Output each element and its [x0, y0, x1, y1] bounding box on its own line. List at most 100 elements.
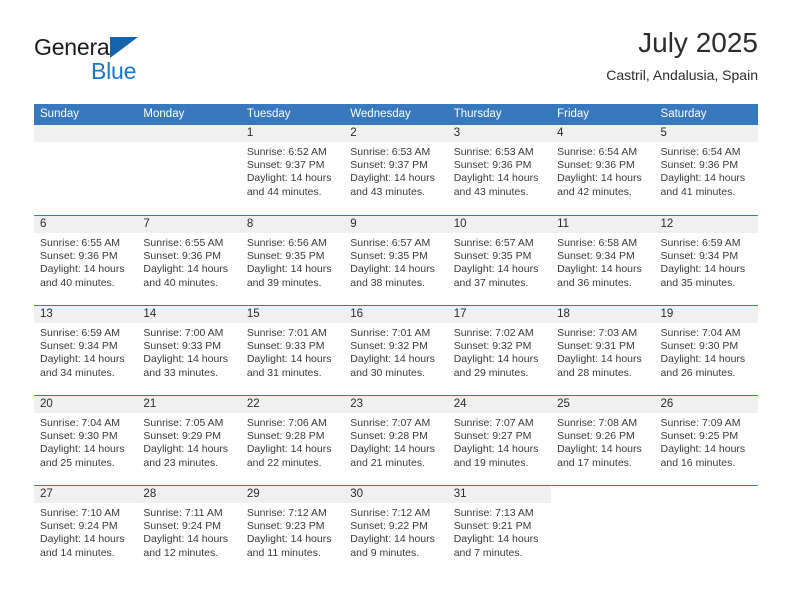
day-daylight2-text: and 41 minutes. [660, 185, 736, 198]
day-cell-21[interactable]: 21 Sunrise: 7:05 AM Sunset: 9:29 PM Dayligh… [137, 396, 241, 485]
day-cell-11[interactable]: 11 Sunrise: 6:58 AM Sunset: 9:34 PM Dayligh… [551, 216, 655, 305]
day-daylight2-text: and 37 minutes. [453, 276, 529, 289]
day-cell-4[interactable]: 4 Sunrise: 6:54 AM Sunset: 9:36 PM Daylight… [551, 125, 655, 215]
day-daylight1-text: Daylight: 14 hours [350, 263, 435, 276]
day-sunset-text: Sunset: 9:29 PM [143, 430, 222, 443]
day-number: 24 [447, 396, 552, 413]
day-number: 19 [654, 306, 758, 323]
day-cell-9[interactable]: 9 Sunrise: 6:57 AM Sunset: 9:35 PM Daylight… [344, 216, 448, 305]
day-cell-17[interactable]: 17 Sunrise: 7:02 AM Sunset: 9:32 PM Dayligh… [447, 306, 552, 395]
day-sunrise-text: Sunrise: 7:09 AM [660, 417, 741, 429]
day-cell-20[interactable]: 20 Sunrise: 7:04 AM Sunset: 9:30 PM Dayligh… [34, 396, 138, 485]
day-number [137, 125, 241, 142]
day-number [551, 486, 655, 503]
day-cell-7[interactable]: 7 Sunrise: 6:55 AM Sunset: 9:36 PM Daylight… [137, 216, 241, 305]
day-cell-22[interactable]: 22 Sunrise: 7:06 AM Sunset: 9:28 PM Dayligh… [240, 396, 345, 485]
day-daylight2-text: and 22 minutes. [246, 456, 322, 469]
day-sunrise-text: Sunrise: 6:56 AM [246, 237, 327, 249]
day-sunset-text: Sunset: 9:32 PM [453, 340, 532, 353]
day-cell-13[interactable]: 13 Sunrise: 6:59 AM Sunset: 9:34 PM Dayligh… [34, 306, 138, 395]
day-sunset-text: Sunset: 9:27 PM [453, 430, 532, 443]
day-sunset-text: Sunset: 9:36 PM [40, 250, 118, 263]
day-number: 4 [551, 125, 655, 142]
day-sunrise-text: Sunrise: 6:54 AM [557, 146, 638, 158]
general-blue-logo[interactable]: General Blue [34, 34, 164, 84]
day-cell-8[interactable]: 8 Sunrise: 6:56 AM Sunset: 9:35 PM Daylight… [240, 216, 345, 305]
day-cell-14[interactable]: 14 Sunrise: 7:00 AM Sunset: 9:33 PM Dayligh… [137, 306, 241, 395]
day-sunrise-text: Sunrise: 6:54 AM [660, 146, 741, 158]
day-cell-26[interactable]: 26 Sunrise: 7:09 AM Sunset: 9:25 PM Dayligh… [654, 396, 758, 485]
day-daylight2-text: and 42 minutes. [557, 185, 632, 198]
day-number: 3 [447, 125, 552, 142]
location-subtitle: Castril, Andalusia, Spain [606, 67, 758, 83]
calendar-table: Sunday Monday Tuesday Wednesday Thursday Frid… [34, 104, 758, 575]
day-cell-19[interactable]: 19 Sunrise: 7:04 AM Sunset: 9:30 PM Dayligh… [654, 306, 758, 395]
day-cell-24[interactable]: 24 Sunrise: 7:07 AM Sunset: 9:27 PM Dayligh… [447, 396, 552, 485]
day-cell-2[interactable]: 2 Sunrise: 6:53 AM Sunset: 9:37 PM Daylight… [344, 125, 448, 215]
day-cell-18[interactable]: 18 Sunrise: 7:03 AM Sunset: 9:31 PM Dayligh… [551, 306, 655, 395]
day-sunrise-text: Sunrise: 7:08 AM [557, 417, 638, 429]
page-header: General Blue July 2025 Castril, Andalusi… [34, 26, 758, 96]
day-sunrise-text: Sunrise: 7:04 AM [660, 327, 741, 339]
day-sun-info: Sunrise: 7:06 AM Sunset: 9:28 PM Daylight:… [241, 413, 344, 470]
weekday-header-thursday: Thursday [453, 108, 502, 120]
day-cell-30[interactable]: 30 Sunrise: 7:12 AM Sunset: 9:22 PM Dayligh… [344, 486, 448, 575]
day-sun-info: Sunrise: 6:53 AM Sunset: 9:36 PM Daylight:… [448, 142, 551, 199]
day-daylight1-text: Daylight: 14 hours [557, 263, 642, 276]
day-sunrise-text: Sunrise: 6:59 AM [660, 237, 741, 249]
day-sunrise-text: Sunrise: 7:06 AM [246, 417, 327, 429]
day-sunrise-text: Sunrise: 7:13 AM [453, 507, 534, 519]
day-sun-info: Sunrise: 7:02 AM Sunset: 9:32 PM Daylight:… [448, 323, 551, 380]
day-cell-5[interactable]: 5 Sunrise: 6:54 AM Sunset: 9:36 PM Daylight… [654, 125, 758, 215]
day-cell-29[interactable]: 29 Sunrise: 7:12 AM Sunset: 9:23 PM Dayligh… [240, 486, 345, 575]
day-sunrise-text: Sunrise: 7:12 AM [246, 507, 327, 519]
day-sunrise-text: Sunrise: 7:07 AM [350, 417, 431, 429]
day-sunset-text: Sunset: 9:26 PM [557, 430, 635, 443]
day-cell-12[interactable]: 12 Sunrise: 6:59 AM Sunset: 9:34 PM Dayligh… [654, 216, 758, 305]
day-sunrise-text: Sunrise: 6:53 AM [453, 146, 534, 158]
day-cell-23[interactable]: 23 Sunrise: 7:07 AM Sunset: 9:28 PM Dayligh… [344, 396, 448, 485]
day-sunrise-text: Sunrise: 7:10 AM [40, 507, 120, 519]
day-cell-10[interactable]: 10 Sunrise: 6:57 AM Sunset: 9:35 PM Dayligh… [447, 216, 552, 305]
day-daylight1-text: Daylight: 14 hours [143, 353, 229, 366]
day-daylight1-text: Daylight: 14 hours [143, 533, 229, 546]
day-number: 22 [240, 396, 345, 413]
day-daylight1-text: Daylight: 14 hours [453, 533, 539, 546]
page-title: July 2025 [638, 27, 758, 58]
day-daylight1-text: Daylight: 14 hours [350, 172, 435, 185]
day-sun-info: Sunrise: 6:57 AM Sunset: 9:35 PM Daylight:… [448, 233, 551, 290]
day-cell-31[interactable]: 31 Sunrise: 7:13 AM Sunset: 9:21 PM Dayligh… [447, 486, 552, 575]
day-cell-15[interactable]: 15 Sunrise: 7:01 AM Sunset: 9:33 PM Dayligh… [240, 306, 345, 395]
weekday-header-sunday: Sunday [40, 108, 80, 120]
day-sunrise-text: Sunrise: 6:59 AM [40, 327, 120, 339]
day-sun-info: Sunrise: 6:59 AM Sunset: 9:34 PM Daylight:… [34, 323, 137, 380]
title-block: July 2025 Castril, Andalusia, Spain [606, 26, 758, 84]
day-sun-info: Sunrise: 6:53 AM Sunset: 9:37 PM Daylight:… [344, 142, 447, 199]
day-cell-1[interactable]: 1 Sunrise: 6:52 AM Sunset: 9:37 PM Daylight… [240, 125, 345, 215]
day-sunset-text: Sunset: 9:23 PM [246, 520, 325, 533]
day-daylight1-text: Daylight: 14 hours [660, 172, 746, 185]
day-sunset-text: Sunset: 9:36 PM [453, 159, 532, 172]
day-sunset-text: Sunset: 9:33 PM [246, 340, 325, 353]
day-sunrise-text: Sunrise: 7:05 AM [143, 417, 224, 429]
day-daylight2-text: and 26 minutes. [660, 366, 736, 379]
day-sunrise-text: Sunrise: 7:11 AM [143, 507, 223, 519]
day-cell-6[interactable]: 6 Sunrise: 6:55 AM Sunset: 9:36 PM Daylight… [34, 216, 138, 305]
day-sun-info: Sunrise: 7:12 AM Sunset: 9:22 PM Daylight:… [344, 503, 447, 560]
day-number: 21 [137, 396, 241, 413]
day-sunrise-text: Sunrise: 7:04 AM [40, 417, 120, 429]
day-cell-25[interactable]: 25 Sunrise: 7:08 AM Sunset: 9:26 PM Dayligh… [551, 396, 655, 485]
day-cell-28[interactable]: 28 Sunrise: 7:11 AM Sunset: 9:24 PM Dayligh… [137, 486, 241, 575]
day-cell-3[interactable]: 3 Sunrise: 6:53 AM Sunset: 9:36 PM Daylight… [447, 125, 552, 215]
day-sun-info: Sunrise: 7:10 AM Sunset: 9:24 PM Daylight:… [34, 503, 137, 560]
day-cell-16[interactable]: 16 Sunrise: 7:01 AM Sunset: 9:32 PM Dayligh… [344, 306, 448, 395]
day-daylight1-text: Daylight: 14 hours [143, 263, 229, 276]
day-number: 10 [447, 216, 552, 233]
day-daylight1-text: Daylight: 14 hours [143, 443, 229, 456]
day-sunset-text: Sunset: 9:30 PM [660, 340, 739, 353]
day-cell-27[interactable]: 27 Sunrise: 7:10 AM Sunset: 9:24 PM Dayligh… [34, 486, 138, 575]
day-number: 18 [551, 306, 655, 323]
day-number: 5 [654, 125, 758, 142]
day-sunrise-text: Sunrise: 7:00 AM [143, 327, 224, 339]
day-daylight2-text: and 16 minutes. [660, 456, 736, 469]
